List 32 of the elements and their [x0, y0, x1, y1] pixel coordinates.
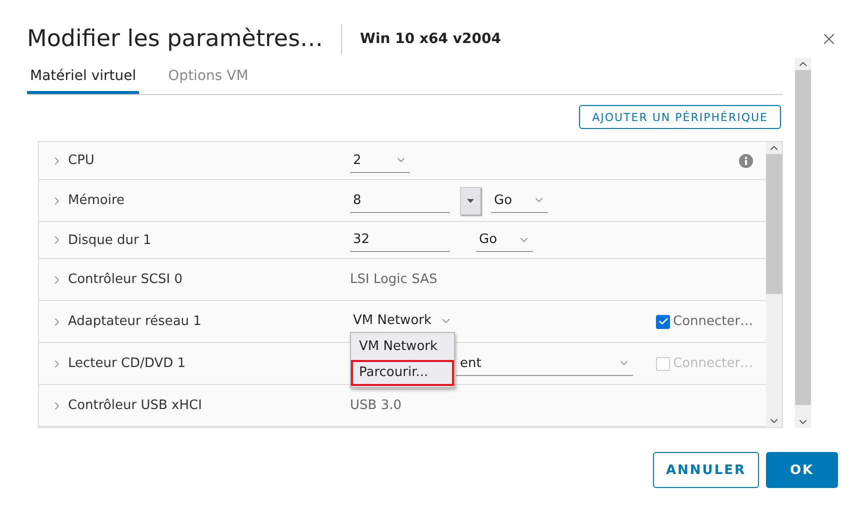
- input-field[interactable]: 8: [350, 188, 450, 212]
- row-label: Adaptateur réseau 1: [68, 314, 202, 329]
- media-select[interactable]: ent: [456, 352, 633, 376]
- spin-button[interactable]: [460, 186, 481, 214]
- unit-select[interactable]: Go: [476, 228, 533, 252]
- add-device-button[interactable]: AJOUTER UN PÉRIPHÉRIQUE: [579, 105, 781, 129]
- row-label: Contrôleur USB xHCI: [68, 398, 202, 413]
- menu-option[interactable]: VM Network: [351, 334, 454, 360]
- tab[interactable]: Matériel virtuel: [27, 68, 140, 94]
- scrollbar[interactable]: [766, 142, 782, 427]
- checkbox-label: Connecter…: [673, 356, 754, 371]
- ok-button[interactable]: OK: [766, 452, 838, 488]
- check-icon: [658, 316, 668, 327]
- scrollbar[interactable]: [795, 58, 811, 428]
- row-label: Disque dur 1: [68, 232, 152, 248]
- caret-icon: [467, 198, 474, 202]
- checkbox[interactable]: [656, 314, 670, 328]
- value-text: LSI Logic SAS: [350, 272, 438, 287]
- vm-name: Win 10 x64 v2004: [360, 31, 502, 47]
- input-field[interactable]: 32: [350, 228, 450, 252]
- dialog-title: Modifier les paramètres…: [27, 24, 342, 54]
- tab[interactable]: Options VM: [165, 68, 252, 94]
- value-text: USB 3.0: [350, 398, 402, 413]
- checkbox-label: Connecter…: [673, 314, 754, 329]
- row-label: CPU: [68, 153, 94, 168]
- unit-select[interactable]: Go: [491, 188, 548, 212]
- menu-option[interactable]: Parcourir...: [351, 360, 454, 386]
- cancel-button[interactable]: ANNULER: [652, 452, 759, 488]
- row-label: Mémoire: [68, 193, 125, 208]
- cpu-select[interactable]: 2: [350, 148, 410, 172]
- row-label: Contrôleur SCSI 0: [68, 272, 183, 287]
- row-label: Lecteur CD/DVD 1: [68, 356, 186, 371]
